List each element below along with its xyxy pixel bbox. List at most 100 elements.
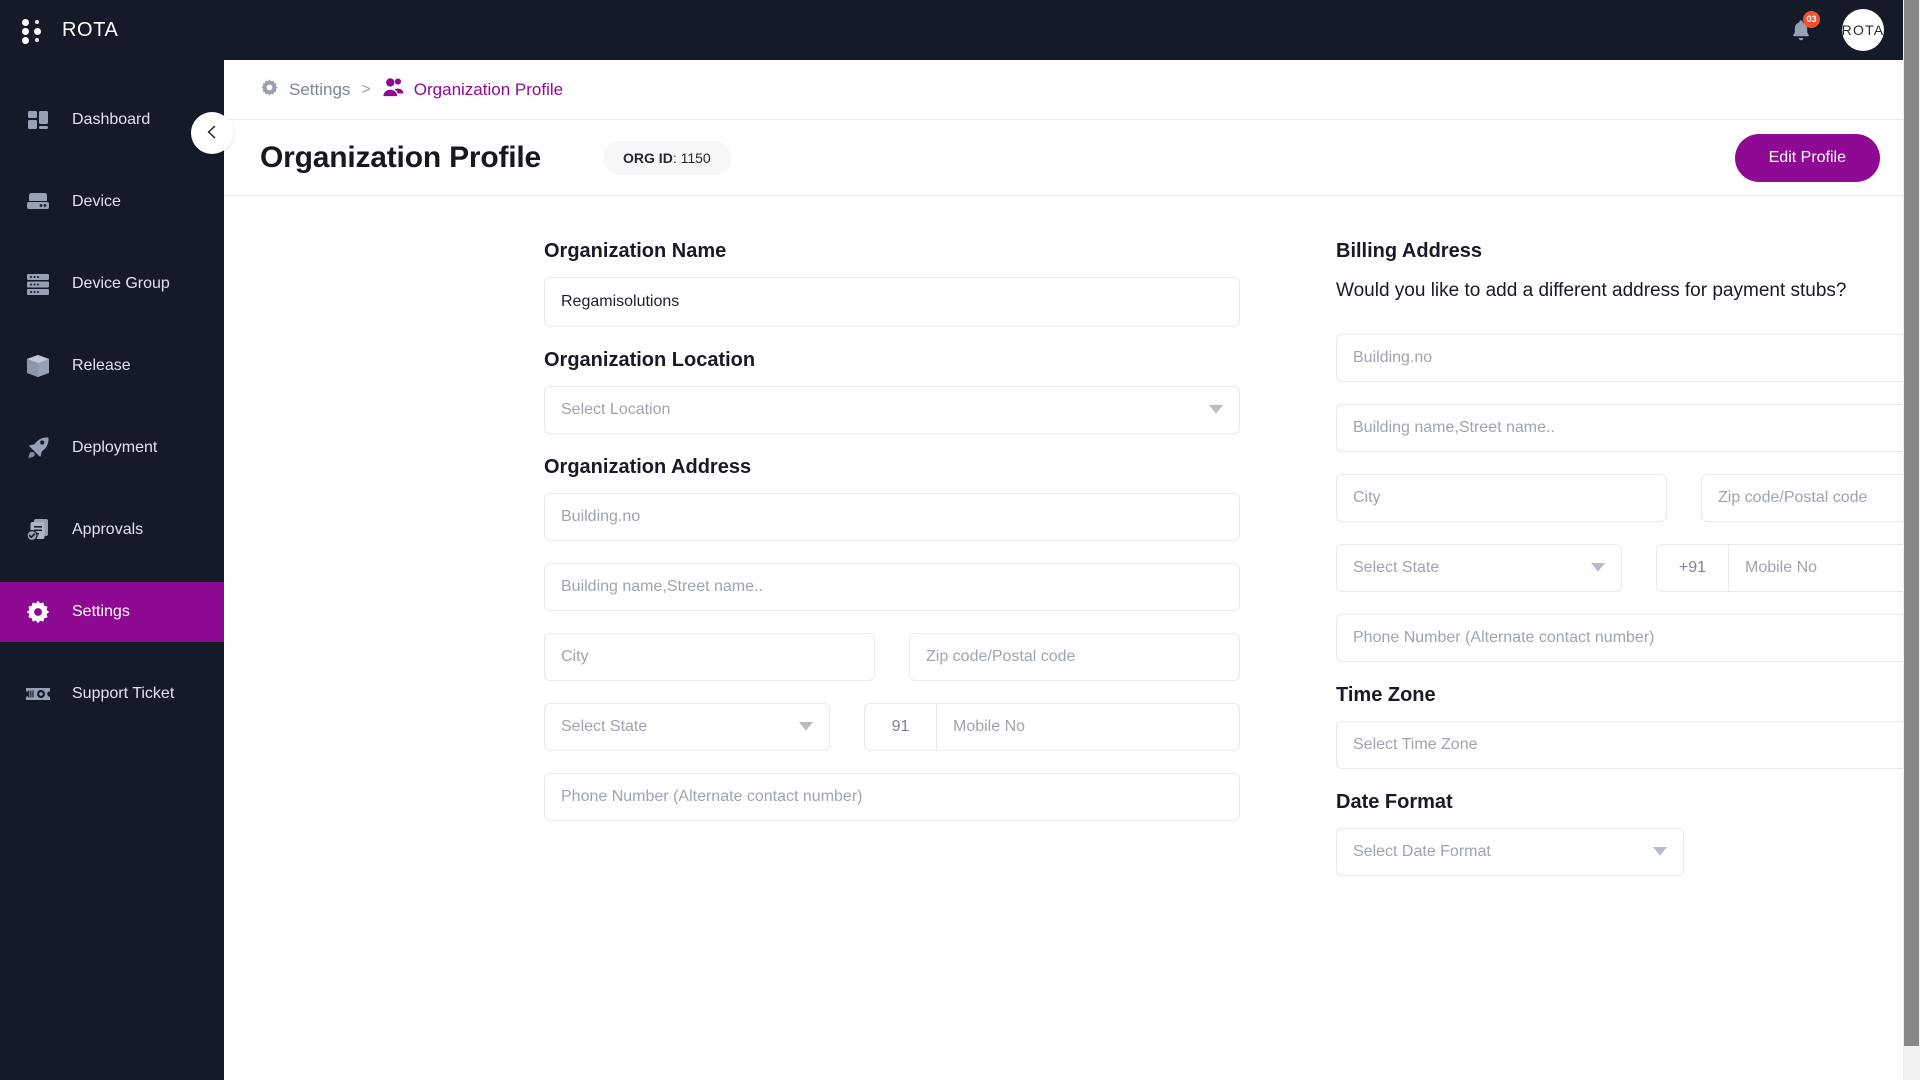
page-title: Organization Profile [260, 140, 542, 174]
organization-name-label: Organization Name [544, 240, 727, 262]
billing-question: Would you like to add a different addres… [1336, 280, 1847, 301]
state-select[interactable]: Select State [544, 703, 830, 751]
sidebar-item-device[interactable]: Device [0, 172, 224, 232]
billing-city-zip-row: City Zip code/Postal code [1336, 474, 1920, 544]
profile-form: Organization Name Regamisolutions Organi… [224, 196, 1920, 1080]
billing-details-column: Billing Address Would you like to add a … [1336, 240, 1920, 1060]
billing-state-phone-row: Select State +91 Mobile No [1336, 544, 1920, 592]
organization-location-select[interactable]: Select Location [544, 386, 1240, 434]
billing-zip-code-input[interactable]: Zip code/Postal code [1701, 474, 1920, 522]
chevron-down-icon [1653, 843, 1667, 861]
sidebar-item-label: Deployment [72, 439, 158, 456]
date-format-select[interactable]: Select Date Format [1336, 828, 1684, 876]
org-id-label: ORG ID [623, 149, 673, 166]
scrollbar-thumb[interactable] [1904, 0, 1919, 1046]
country-code-field[interactable]: 91 [864, 703, 936, 751]
chevron-down-icon [1209, 401, 1223, 419]
breadcrumb-label: Settings [289, 79, 351, 99]
breadcrumb-organization-profile[interactable]: Organization Profile [382, 77, 563, 102]
dashboard-icon [24, 106, 52, 134]
date-format-label: Date Format [1336, 791, 1453, 813]
billing-building-no-input[interactable]: Building.no [1336, 334, 1920, 382]
sidebar-item-label: Settings [72, 603, 130, 620]
release-box-icon [24, 352, 52, 380]
edit-profile-button[interactable]: Edit Profile [1734, 133, 1880, 182]
billing-alternate-phone-input[interactable]: Phone Number (Alternate contact number) [1336, 614, 1920, 662]
gear-icon [260, 78, 279, 102]
top-bar: ROTA 03 ROTA [0, 0, 1920, 60]
sidebar-item-label: Support Ticket [72, 685, 175, 702]
billing-city-input[interactable]: City [1336, 474, 1667, 522]
alternate-phone-input[interactable]: Phone Number (Alternate contact number) [544, 773, 1240, 821]
page-header: Organization Profile ORG ID: 1150 Edit P… [224, 120, 1920, 196]
organization-location-label: Organization Location [544, 349, 756, 371]
sidebar-collapse-button[interactable] [191, 112, 233, 154]
sidebar-item-settings[interactable]: Settings [0, 582, 224, 642]
top-bar-actions: 03 ROTA [1786, 9, 1884, 51]
select-value: Select Time Zone [1353, 736, 1478, 753]
sidebar-item-label: Dashboard [72, 111, 151, 128]
sidebar-item-release[interactable]: Release [0, 336, 224, 396]
sidebar-item-dashboard[interactable]: Dashboard [0, 90, 224, 150]
organization-name-input[interactable]: Regamisolutions [544, 277, 1240, 327]
select-value: Select Location [561, 401, 671, 418]
organization-details-column: Organization Name Regamisolutions Organi… [544, 240, 1240, 1060]
sidebar-item-support-ticket[interactable]: Support Ticket [0, 664, 224, 724]
gear-icon [24, 598, 52, 626]
org-id-colon: : [672, 149, 681, 166]
mobile-no-input[interactable]: Mobile No [936, 703, 1240, 751]
approvals-icon [24, 516, 52, 544]
billing-street-name-input[interactable]: Building name,Street name.. [1336, 404, 1920, 452]
billing-header: Billing Address Would you like to add a … [1336, 240, 1920, 312]
billing-state-select[interactable]: Select State [1336, 544, 1622, 592]
org-id-badge: ORG ID: 1150 [603, 140, 731, 175]
organization-address-label: Organization Address [544, 456, 752, 478]
brand-logo[interactable]: ROTA [22, 17, 119, 44]
grid-dots-icon [22, 17, 44, 44]
rocket-icon [24, 434, 52, 462]
brand-name: ROTA [62, 18, 119, 41]
notification-badge: 03 [1803, 11, 1820, 28]
sidebar-item-label: Device [72, 193, 121, 210]
time-zone-select[interactable]: Select Time Zone [1336, 721, 1920, 769]
ticket-icon [24, 680, 52, 708]
page-scrollbar[interactable] [1903, 0, 1920, 1080]
sidebar-item-deployment[interactable]: Deployment [0, 418, 224, 478]
sidebar-item-approvals[interactable]: Approvals [0, 500, 224, 560]
billing-country-code-field[interactable]: +91 [1656, 544, 1728, 592]
notifications-button[interactable]: 03 [1786, 11, 1820, 46]
zip-code-input[interactable]: Zip code/Postal code [909, 633, 1240, 681]
sidebar-item-device-group[interactable]: Device Group [0, 254, 224, 314]
breadcrumb: Settings > Organization Profile [224, 60, 1920, 120]
state-phone-row: Select State 91 Mobile No [544, 703, 1240, 751]
billing-header-text: Billing Address Would you like to add a … [1336, 240, 1847, 305]
sidebar: Dashboard Device Device Group Release De… [0, 60, 224, 1080]
city-zip-row: City Zip code/Postal code [544, 633, 1240, 703]
breadcrumb-settings[interactable]: Settings [260, 78, 350, 102]
avatar[interactable]: ROTA [1842, 9, 1884, 51]
building-no-input[interactable]: Building.no [544, 493, 1240, 541]
sidebar-item-label: Release [72, 357, 131, 374]
select-value: Select State [561, 718, 648, 735]
billing-mobile-no-input[interactable]: Mobile No [1728, 544, 1920, 592]
select-value: Select Date Format [1353, 843, 1491, 860]
sidebar-item-label: Approvals [72, 521, 144, 538]
device-group-icon [24, 270, 52, 298]
device-icon [24, 188, 52, 216]
chevron-down-icon [1591, 559, 1605, 577]
people-icon [382, 77, 404, 102]
street-name-input[interactable]: Building name,Street name.. [544, 563, 1240, 611]
sidebar-item-label: Device Group [72, 275, 170, 292]
main-content: Settings > Organization Profile Organiza… [224, 60, 1920, 1080]
chevron-left-icon [204, 124, 220, 143]
org-id-value: 1150 [680, 149, 711, 166]
body: Dashboard Device Device Group Release De… [0, 60, 1920, 1080]
app-root: ROTA 03 ROTA Dashboard Device Device Gro… [0, 0, 1920, 1080]
time-zone-label: Time Zone [1336, 684, 1436, 706]
select-value: Select State [1353, 559, 1440, 576]
billing-address-label: Billing Address [1336, 240, 1482, 262]
breadcrumb-separator: > [361, 80, 371, 98]
chevron-down-icon [799, 718, 813, 736]
city-input[interactable]: City [544, 633, 875, 681]
